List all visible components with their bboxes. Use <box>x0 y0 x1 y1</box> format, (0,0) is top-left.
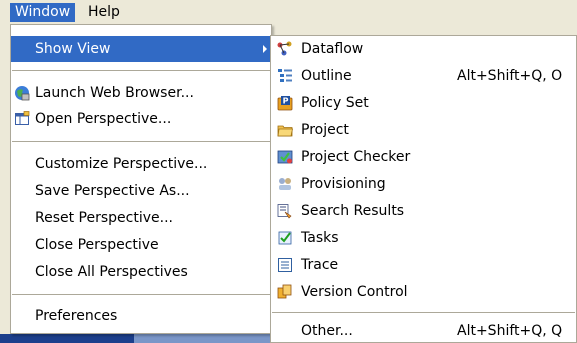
submenu-item-version-control[interactable]: Version Control <box>271 279 576 305</box>
search-results-icon <box>277 203 293 219</box>
show-view-submenu: Dataflow Outline Alt+Shift+Q, O P Policy… <box>270 35 577 343</box>
submenu-arrow-icon <box>263 45 267 53</box>
menu-item-close-all-perspectives[interactable]: Close All Perspectives <box>11 259 271 285</box>
menu-item-open-perspective[interactable]: Open Perspective... <box>11 106 271 132</box>
policy-set-icon: P <box>277 95 293 111</box>
menu-item-show-view[interactable]: Show View <box>11 36 271 62</box>
submenu-item-label: Version Control <box>301 284 408 300</box>
submenu-item-label: Outline <box>301 68 352 84</box>
submenu-item-shortcut: Alt+Shift+Q, O <box>457 68 563 84</box>
submenu-item-shortcut: Alt+Shift+Q, Q <box>457 323 563 339</box>
menu-item-save-perspective-as[interactable]: Save Perspective As... <box>11 178 271 204</box>
outline-icon <box>277 68 293 84</box>
submenu-item-label: Dataflow <box>301 41 364 57</box>
menu-help[interactable]: Help <box>83 3 125 22</box>
menu-separator <box>12 294 270 295</box>
submenu-item-search-results[interactable]: Search Results <box>271 198 576 224</box>
dataflow-icon <box>277 41 293 57</box>
submenu-item-dataflow[interactable]: Dataflow <box>271 36 576 62</box>
submenu-item-label: Search Results <box>301 203 405 219</box>
submenu-separator <box>272 312 575 313</box>
submenu-item-other[interactable]: Other... Alt+Shift+Q, Q <box>271 318 576 343</box>
submenu-item-label: Provisioning <box>301 176 386 192</box>
open-perspective-icon <box>14 111 30 127</box>
menu-separator <box>12 70 270 71</box>
submenu-item-outline[interactable]: Outline Alt+Shift+Q, O <box>271 63 576 89</box>
menu-item-close-perspective[interactable]: Close Perspective <box>11 232 271 258</box>
submenu-item-label: Project <box>301 122 349 138</box>
submenu-item-tasks[interactable]: Tasks <box>271 225 576 251</box>
submenu-item-label: Trace <box>301 257 339 273</box>
window-menu: Show View Launch Web Browser... Open Per… <box>10 24 272 334</box>
web-browser-icon <box>14 85 30 101</box>
menu-item-label: Reset Perspective... <box>35 210 173 226</box>
submenu-item-label: Tasks <box>301 230 339 246</box>
menu-item-reset-perspective[interactable]: Reset Perspective... <box>11 205 271 231</box>
submenu-item-label: Other... <box>301 323 353 339</box>
project-checker-icon <box>277 149 293 165</box>
submenu-item-provisioning[interactable]: Provisioning <box>271 171 576 197</box>
menu-item-preferences[interactable]: Preferences <box>11 303 271 329</box>
trace-icon <box>277 257 293 273</box>
app-background-strip-dark <box>0 334 134 343</box>
menu-item-label: Save Perspective As... <box>35 183 190 199</box>
menu-item-label: Launch Web Browser... <box>35 85 194 101</box>
tasks-icon <box>277 230 293 246</box>
project-folder-icon <box>277 122 293 138</box>
menu-separator <box>12 141 270 142</box>
submenu-item-label: Project Checker <box>301 149 411 165</box>
menu-item-label: Close Perspective <box>35 237 159 253</box>
submenu-item-project[interactable]: Project <box>271 117 576 143</box>
submenu-item-policy-set[interactable]: P Policy Set <box>271 90 576 116</box>
menu-item-launch-web-browser[interactable]: Launch Web Browser... <box>11 80 271 106</box>
menu-item-label: Open Perspective... <box>35 111 172 127</box>
submenu-item-project-checker[interactable]: Project Checker <box>271 144 576 170</box>
submenu-item-label: Policy Set <box>301 95 369 111</box>
version-control-icon <box>277 284 293 300</box>
menu-item-label: Close All Perspectives <box>35 264 188 280</box>
menu-item-customize-perspective[interactable]: Customize Perspective... <box>11 151 271 177</box>
menu-item-label: Preferences <box>35 308 118 324</box>
menu-bar: Window Help <box>0 0 577 24</box>
submenu-item-trace[interactable]: Trace <box>271 252 576 278</box>
menu-item-label: Customize Perspective... <box>35 156 208 172</box>
menu-item-label: Show View <box>35 41 111 57</box>
provisioning-icon <box>277 176 293 192</box>
svg-text:P: P <box>283 97 289 106</box>
menu-window[interactable]: Window <box>10 3 76 22</box>
